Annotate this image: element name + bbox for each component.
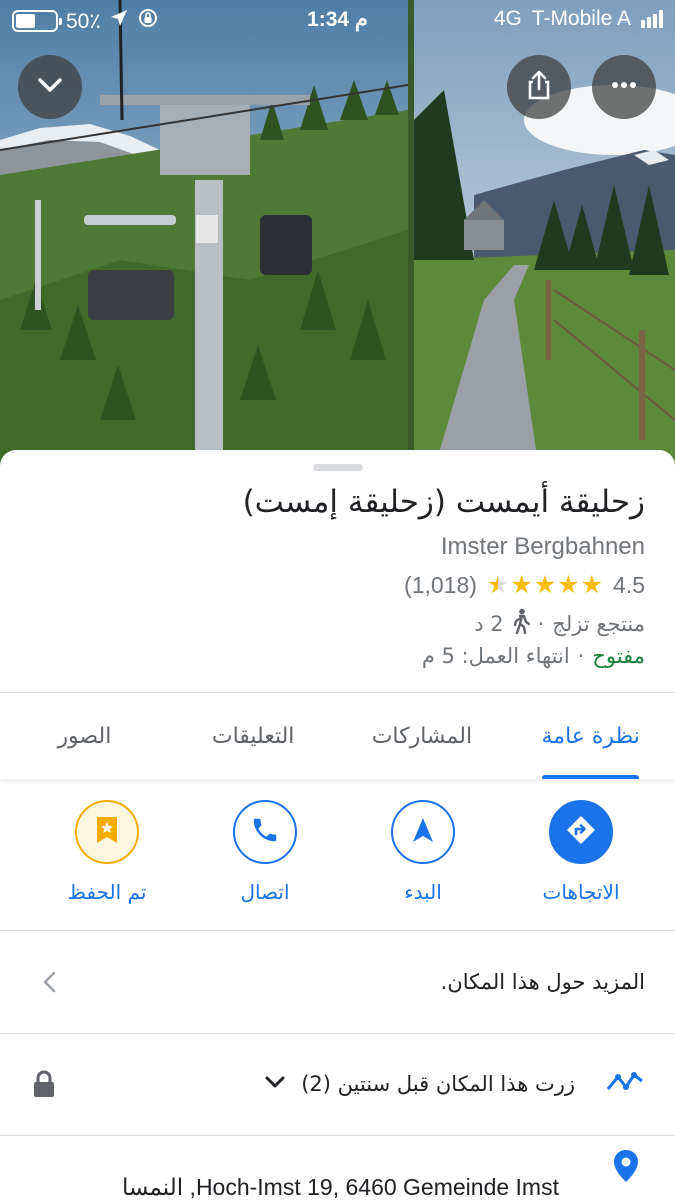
- chevron-down-icon[interactable]: [263, 1070, 287, 1098]
- visited-row[interactable]: زرت هذا المكان قبل سنتين (2): [0, 1034, 675, 1134]
- place-subtitle: Imster Bergbahnen: [440, 533, 645, 560]
- directions-icon: [564, 813, 598, 851]
- navigation-arrow-icon: [408, 815, 438, 849]
- call-label: اتصال: [240, 880, 290, 904]
- call-button[interactable]: اتصال: [186, 800, 344, 910]
- timeline-icon: [605, 1067, 645, 1101]
- directions-label: الاتجاهات: [542, 880, 620, 904]
- carrier-name: T-Mobile A: [531, 7, 631, 30]
- walk-time: 2 د: [474, 611, 504, 636]
- more-about-text: المزيد حول هذا المكان.: [440, 970, 645, 994]
- tab-overview[interactable]: نظرة عامة: [506, 693, 675, 779]
- divider: [0, 930, 675, 931]
- meta-separator: ·: [537, 611, 545, 636]
- lock-icon: [32, 1070, 56, 1102]
- signal-icon: [641, 10, 663, 28]
- start-button[interactable]: البدء: [344, 800, 502, 910]
- more-about-row[interactable]: المزيد حول هذا المكان.: [0, 932, 675, 1032]
- status-bar: 50٪ 1:34 م 4G T-Mobile A: [0, 0, 675, 38]
- tab-photos[interactable]: الصور: [0, 693, 169, 779]
- tab-posts[interactable]: المشاركات: [338, 693, 507, 779]
- photo-gallery[interactable]: [0, 0, 675, 470]
- visited-text: زرت هذا المكان قبل سنتين (2): [301, 1072, 575, 1096]
- collapse-button[interactable]: [18, 55, 82, 119]
- category-row: منتجع تزلج · 2 د: [474, 608, 645, 639]
- directions-button[interactable]: الاتجاهات: [502, 800, 660, 910]
- meta-separator: ·: [577, 644, 585, 668]
- directions-circle[interactable]: [549, 800, 613, 864]
- chevron-down-icon: [33, 68, 67, 106]
- rating-value: 4.5: [613, 572, 645, 598]
- star-icon: ★: [533, 571, 557, 599]
- drag-handle[interactable]: [313, 464, 363, 471]
- location-pin-icon: [613, 1149, 639, 1187]
- share-icon: [522, 68, 556, 106]
- rating-stars: ★★ ★ ★ ★ ★: [487, 573, 603, 598]
- address-row[interactable]: Hoch-Imst 19, 6460 Gemeinde Imst, النمسا: [0, 1136, 675, 1200]
- share-button[interactable]: [507, 55, 571, 119]
- star-icon: ★: [580, 571, 604, 599]
- more-options-button[interactable]: [592, 55, 656, 119]
- saved-circle[interactable]: [75, 800, 139, 864]
- star-icon: ★: [557, 571, 580, 599]
- saved-label: تم الحفظ: [67, 880, 147, 904]
- phone-icon: [250, 815, 280, 849]
- closing-time: انتهاء العمل: 5 م: [421, 644, 570, 668]
- action-buttons: الاتجاهات البدء اتصال تم الحفظ: [0, 800, 675, 910]
- start-label: البدء: [404, 880, 442, 904]
- open-status: مفتوح: [592, 644, 645, 668]
- start-circle[interactable]: [391, 800, 455, 864]
- walking-person-icon: [512, 608, 530, 639]
- saved-button[interactable]: تم الحفظ: [28, 800, 186, 910]
- call-circle[interactable]: [233, 800, 297, 864]
- status-right: 4G T-Mobile A: [494, 7, 663, 31]
- tab-bar: نظرة عامة المشاركات التعليقات الصور: [0, 693, 675, 779]
- category-label: منتجع تزلج: [552, 611, 645, 636]
- bookmark-star-icon: [94, 815, 120, 849]
- more-horizontal-icon: [607, 68, 641, 106]
- rating-row[interactable]: (1,018) ★★ ★ ★ ★ ★ 4.5: [404, 572, 645, 599]
- star-icon: ★: [510, 571, 533, 599]
- network-type: 4G: [493, 7, 522, 30]
- place-sheet: زحليقة أيمست (زحليقة إمست) Imster Bergba…: [0, 450, 675, 1200]
- place-title: زحليقة أيمست (زحليقة إمست): [242, 484, 645, 520]
- hours-row[interactable]: مفتوح · انتهاء العمل: 5 م: [422, 644, 645, 668]
- reviews-count: (1,018): [404, 572, 477, 598]
- tab-reviews[interactable]: التعليقات: [169, 693, 338, 779]
- star-half-icon: ★★: [486, 571, 510, 599]
- address-text: Hoch-Imst 19, 6460 Gemeinde Imst, النمسا: [121, 1173, 559, 1200]
- chevron-left-icon: [40, 970, 60, 998]
